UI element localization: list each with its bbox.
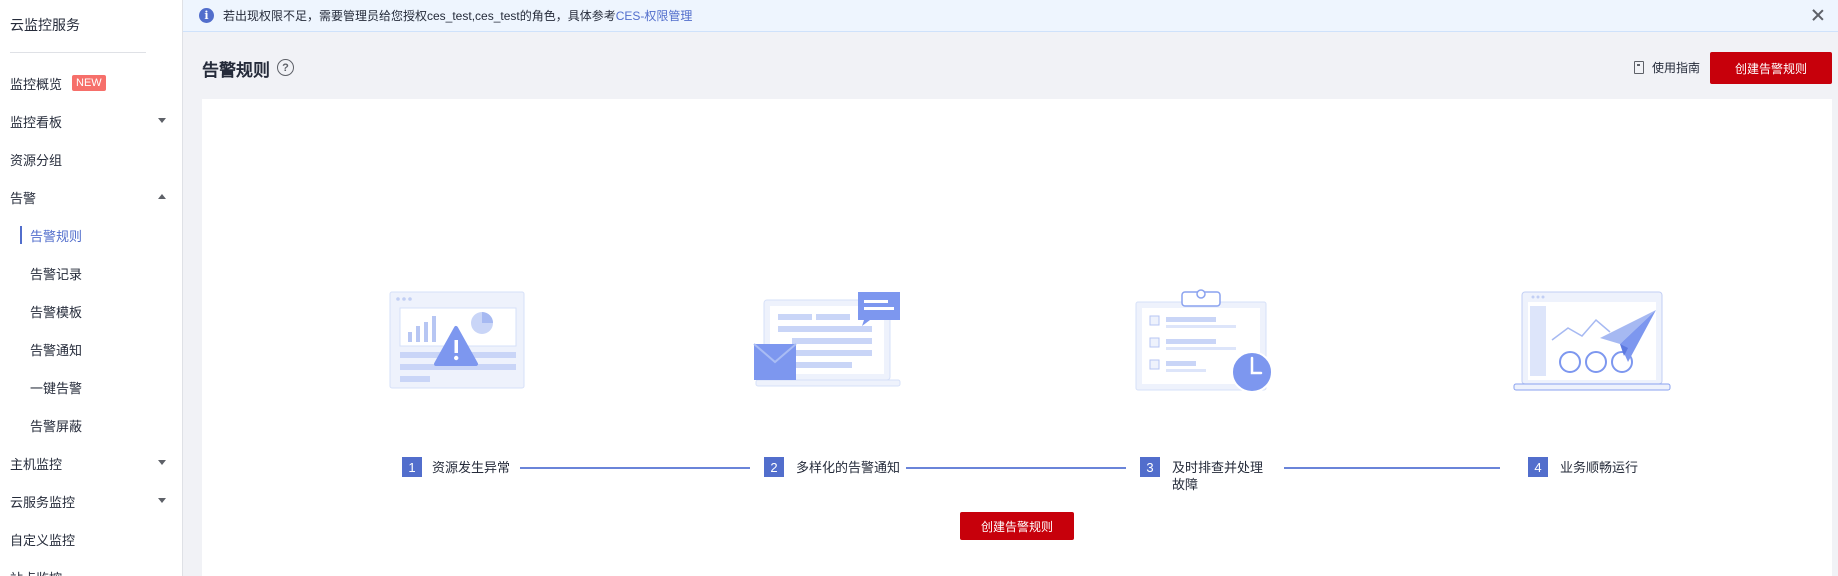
permission-banner: i 若出现权限不足，需要管理员给您授权ces_test,ces_test的角色，… <box>183 0 1838 32</box>
sidebar-item-label: 资源分组 <box>10 152 63 168</box>
sidebar-item-alarm-masking[interactable]: 告警屏蔽 <box>0 410 182 440</box>
step-connector <box>520 467 750 469</box>
sidebar-title: 云监控服务 <box>10 17 80 33</box>
sidebar-item-label: 一键告警 <box>30 380 83 396</box>
chevron-down-icon <box>158 118 166 123</box>
page-title: 告警规则 <box>202 61 270 80</box>
sidebar-item-alarm-templates[interactable]: 告警模板 <box>0 296 182 326</box>
step-number: 2 <box>764 457 784 477</box>
sidebar-item-site-monitoring[interactable]: 站点监控 <box>0 562 182 576</box>
sidebar-item-resource-groups[interactable]: 资源分组 <box>0 144 182 174</box>
sidebar-item-label: 云服务监控 <box>10 494 76 510</box>
sidebar-item-overview[interactable]: 监控概览 NEW <box>0 68 182 98</box>
create-alarm-rule-cta-button[interactable]: 创建告警规则 <box>960 512 1074 540</box>
sidebar-item-label: 告警 <box>10 190 37 206</box>
sidebar-item-label: 监控概览 <box>10 76 63 92</box>
step-connector <box>1284 467 1500 469</box>
sidebar-item-alarm-records[interactable]: 告警记录 <box>0 258 182 288</box>
step-number: 3 <box>1140 457 1160 477</box>
business-running-illustration <box>1513 291 1671 391</box>
step-label: 业务顺畅运行 <box>1560 460 1639 475</box>
banner-text: 若出现权限不足，需要管理员给您授权ces_test,ces_test的角色，具体… <box>223 9 616 23</box>
sidebar-item-label: 告警屏蔽 <box>30 418 83 434</box>
resource-anomaly-illustration <box>389 291 525 389</box>
sidebar: 云监控服务 监控概览 NEW 监控看板 资源分组 告警 告警规则 告警记录 告警… <box>0 0 183 576</box>
troubleshoot-illustration <box>1135 289 1273 393</box>
close-icon[interactable] <box>1810 7 1826 23</box>
step-connector <box>906 467 1126 469</box>
sidebar-divider <box>10 52 146 53</box>
sidebar-item-label: 告警模板 <box>30 304 83 320</box>
sidebar-item-one-click-alarm[interactable]: 一键告警 <box>0 372 182 402</box>
sidebar-item-host-monitoring[interactable]: 主机监控 <box>0 448 182 478</box>
step-number: 1 <box>402 457 422 477</box>
step-label: 及时排查并处理故障 <box>1172 460 1264 492</box>
sidebar-item-custom-monitoring[interactable]: 自定义监控 <box>0 524 182 554</box>
book-icon <box>1634 61 1644 74</box>
usage-guide-label: 使用指南 <box>1652 61 1701 75</box>
permission-link[interactable]: CES-权限管理 <box>616 7 693 24</box>
usage-guide-link[interactable]: 使用指南 <box>1634 59 1700 76</box>
step-label: 多样化的告警通知 <box>796 460 901 475</box>
sidebar-item-dashboard[interactable]: 监控看板 <box>0 106 182 136</box>
sidebar-item-alarms[interactable]: 告警 <box>0 182 182 212</box>
help-icon[interactable]: ? <box>277 59 294 76</box>
sidebar-item-label: 主机监控 <box>10 456 63 472</box>
new-badge: NEW <box>72 75 106 91</box>
sidebar-item-label: 站点监控 <box>10 568 62 576</box>
sidebar-item-alarm-rules[interactable]: 告警规则 <box>0 220 182 250</box>
sidebar-item-label: 告警通知 <box>30 342 83 358</box>
sidebar-item-alarm-notifications[interactable]: 告警通知 <box>0 334 182 364</box>
step-label: 资源发生异常 <box>432 460 511 475</box>
chevron-down-icon <box>158 498 166 503</box>
notification-illustration <box>753 292 901 387</box>
chevron-down-icon <box>158 460 166 465</box>
info-icon: i <box>199 8 214 23</box>
step-number: 4 <box>1528 457 1548 477</box>
sidebar-item-cloud-service-monitoring[interactable]: 云服务监控 <box>0 486 182 516</box>
sidebar-item-label: 监控看板 <box>10 114 63 130</box>
create-alarm-rule-button[interactable]: 创建告警规则 <box>1710 52 1832 84</box>
sidebar-item-label: 自定义监控 <box>10 532 76 548</box>
sidebar-item-label: 告警规则 <box>30 228 83 244</box>
sidebar-item-label: 告警记录 <box>30 266 83 282</box>
chevron-up-icon <box>158 194 166 199</box>
